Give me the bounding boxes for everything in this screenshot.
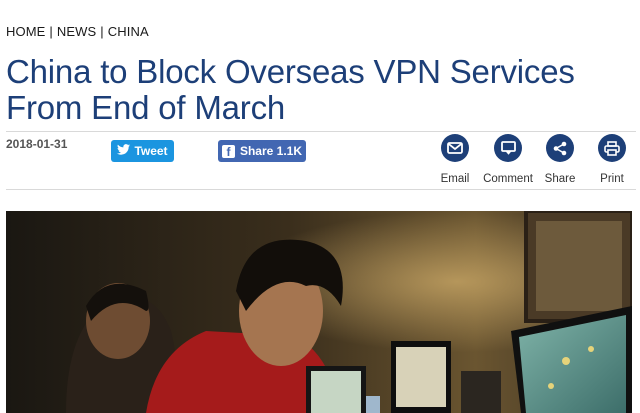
print-tool[interactable]: Print xyxy=(582,134,640,185)
email-icon xyxy=(441,134,469,162)
breadcrumb: HOME | NEWS | CHINA xyxy=(6,24,149,39)
breadcrumb-news-link[interactable]: NEWS xyxy=(57,24,96,39)
publish-date: 2018-01-31 xyxy=(6,137,68,151)
tweet-label: Tweet xyxy=(134,144,168,158)
breadcrumb-home-link[interactable]: HOME xyxy=(6,24,45,39)
comment-label: Comment xyxy=(483,173,533,185)
article-title: China to Block Overseas VPN Services Fro… xyxy=(6,53,575,126)
share-label: Share xyxy=(544,173,576,185)
share-tool[interactable]: Share xyxy=(530,134,590,185)
breadcrumb-china-link[interactable]: CHINA xyxy=(108,24,149,39)
email-label: Email xyxy=(440,173,470,185)
facebook-share-label: Share 1.1K xyxy=(239,144,303,158)
article-hero-image xyxy=(6,211,632,413)
divider xyxy=(6,131,636,132)
breadcrumb-separator: | xyxy=(100,24,104,39)
comment-icon xyxy=(494,134,522,162)
twitter-bird-icon xyxy=(117,144,131,158)
tweet-button[interactable]: Tweet xyxy=(111,140,174,162)
breadcrumb-separator: | xyxy=(49,24,53,39)
share-icon xyxy=(546,134,574,162)
divider xyxy=(6,189,636,190)
email-tool[interactable]: Email xyxy=(425,134,485,185)
print-icon xyxy=(598,134,626,162)
facebook-share-button[interactable]: f Share 1.1K xyxy=(218,140,306,162)
print-label: Print xyxy=(600,173,624,185)
facebook-icon: f xyxy=(221,144,235,159)
comment-tool[interactable]: Comment xyxy=(478,134,538,185)
